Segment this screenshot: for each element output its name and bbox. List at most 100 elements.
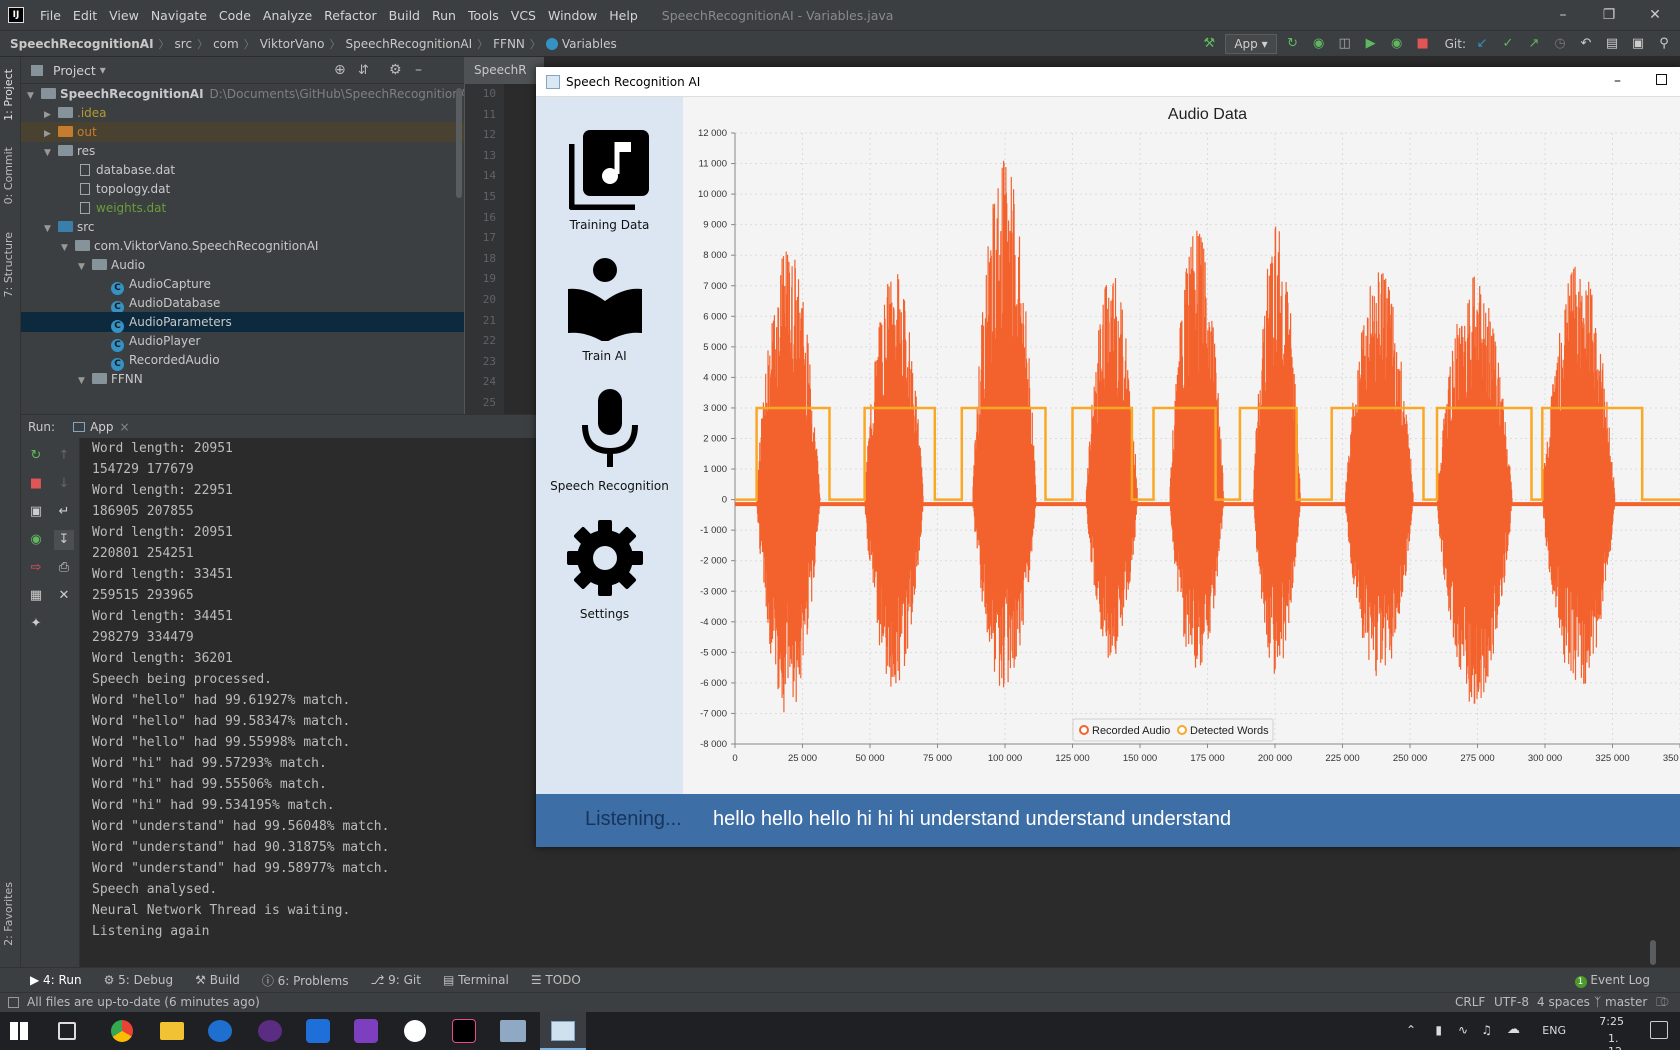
git-push-icon[interactable]: ↗	[1524, 34, 1544, 54]
run-icon[interactable]: ▶	[1361, 34, 1381, 54]
tree-item-ffnn[interactable]: ▼ FFNN	[21, 369, 464, 389]
stop-icon[interactable]: ■	[1413, 34, 1433, 54]
up-arrow-icon[interactable]: ↑	[54, 446, 74, 466]
breadcrumb-item[interactable]: src	[175, 37, 193, 51]
onedrive-icon[interactable]: ☁	[1507, 1022, 1520, 1037]
soft-wrap-icon[interactable]: ↵	[54, 502, 74, 522]
locate-icon[interactable]: ⊕	[334, 62, 346, 78]
file-explorer-icon[interactable]	[160, 1022, 184, 1040]
breadcrumb-item[interactable]: SpeechRecognitionAI	[346, 37, 473, 51]
tab-run[interactable]: ▶ 4: Run	[30, 973, 82, 987]
breadcrumb-item[interactable]: com	[213, 37, 239, 51]
intellij-icon[interactable]	[452, 1019, 476, 1043]
tree-item-package[interactable]: ▼ com.ViktorVano.SpeechRecognitionAI	[21, 236, 464, 256]
git-update-icon[interactable]: ↙	[1472, 34, 1492, 54]
chrome-icon[interactable]	[111, 1020, 133, 1042]
tab-debug[interactable]: ⚙ 5: Debug	[104, 973, 174, 987]
tree-scrollbar[interactable]	[456, 88, 462, 198]
coverage-icon[interactable]: ◫	[1335, 34, 1355, 54]
tree-item-recordedaudio[interactable]: C RecordedAudio	[21, 350, 464, 371]
tree-item-res[interactable]: ▼ res	[21, 141, 464, 161]
tree-item-audioparameters[interactable]: C AudioParameters	[21, 312, 464, 333]
indent-setting[interactable]: 4 spaces	[1537, 993, 1590, 1012]
menu-help[interactable]: Help	[603, 8, 644, 23]
tree-item-root[interactable]: ▼ SpeechRecognitionAI D:\Documents\GitHub\…	[21, 84, 464, 104]
git-commit-icon[interactable]: ✓	[1498, 34, 1518, 54]
project-panel-title[interactable]: Project	[53, 63, 96, 78]
rerun-icon[interactable]: ↻	[26, 446, 46, 466]
tab-todo[interactable]: ☰ TODO	[531, 973, 581, 987]
tree-item-topology-dat[interactable]: topology.dat	[21, 179, 464, 199]
menu-analyze[interactable]: Analyze	[257, 8, 318, 23]
nav-settings[interactable]: Settings	[536, 517, 678, 621]
arduino-icon[interactable]	[306, 1019, 330, 1043]
close-tab-icon[interactable]: ×	[120, 420, 130, 434]
visual-studio-icon[interactable]	[354, 1019, 378, 1043]
thunderbird-icon[interactable]	[208, 1020, 232, 1042]
lock-icon[interactable]: ⎄	[1656, 993, 1669, 1012]
menu-refactor[interactable]: Refactor	[318, 8, 382, 23]
menu-edit[interactable]: Edit	[67, 8, 103, 23]
line-separator[interactable]: CRLF	[1455, 993, 1485, 1012]
menu-tools[interactable]: Tools	[462, 8, 505, 23]
close-button[interactable]: ✕	[1632, 0, 1678, 30]
collapse-all-icon[interactable]: ⇵	[358, 63, 369, 78]
restore-button[interactable]: ❐	[1586, 0, 1632, 30]
tree-item-audiodatabase[interactable]: C AudioDatabase	[21, 293, 464, 314]
minimize-button[interactable]: –	[1540, 0, 1586, 30]
tree-item-audio[interactable]: ▼ Audio	[21, 255, 464, 275]
down-arrow-icon[interactable]: ↓	[54, 474, 74, 494]
photos-icon[interactable]	[500, 1020, 526, 1042]
tab-git[interactable]: ⎇ 9: Git	[370, 973, 421, 987]
notification-icon[interactable]	[1650, 1021, 1668, 1039]
menu-window[interactable]: Window	[542, 8, 603, 23]
app-icon[interactable]	[404, 1020, 426, 1042]
breadcrumb-item[interactable]: ViktorVano	[260, 37, 325, 51]
profile-icon[interactable]: ◉	[1387, 34, 1407, 54]
tree-item-audioplayer[interactable]: C AudioPlayer	[21, 331, 464, 352]
tree-item-weights-dat[interactable]: weights.dat	[21, 198, 464, 218]
language-indicator[interactable]: ENG	[1542, 1024, 1566, 1037]
debug-bug-icon[interactable]: ◉	[26, 530, 46, 550]
stop-icon[interactable]: ■	[26, 474, 46, 494]
editor-tab[interactable]: SpeechR	[464, 57, 544, 84]
tab-favorites[interactable]: 2: Favorites	[2, 882, 15, 946]
menu-view[interactable]: View	[103, 8, 145, 23]
menu-vcs[interactable]: VCS	[505, 8, 542, 23]
pin-icon[interactable]: ✦	[26, 614, 46, 634]
menu-navigate[interactable]: Navigate	[145, 8, 213, 23]
windows-start-icon[interactable]	[10, 1022, 28, 1040]
clock-time[interactable]: 7:25	[1599, 1015, 1624, 1028]
file-encoding[interactable]: UTF-8	[1494, 993, 1529, 1012]
volume-icon[interactable]: ♫	[1481, 1023, 1492, 1037]
app-maximize-button[interactable]	[1656, 74, 1667, 85]
tab-commit[interactable]: 0: Commit	[2, 147, 15, 204]
task-view-icon[interactable]	[58, 1022, 76, 1040]
scroll-to-end-icon[interactable]: ↧	[54, 530, 74, 550]
tree-item-out[interactable]: ▶ out	[21, 122, 464, 142]
tree-item-database-dat[interactable]: database.dat	[21, 160, 464, 180]
tab-terminal[interactable]: ▤ Terminal	[443, 973, 509, 987]
tab-structure[interactable]: 7: Structure	[2, 232, 15, 297]
run-tab-app[interactable]: App	[90, 420, 113, 434]
breadcrumb-item[interactable]: Variables	[562, 37, 617, 51]
wifi-icon[interactable]: ∿	[1458, 1023, 1468, 1037]
battery-icon[interactable]: ▮	[1435, 1023, 1442, 1037]
layout-icon[interactable]: ▣	[1628, 34, 1648, 54]
tree-item-src[interactable]: ▼ src	[21, 217, 464, 237]
run-configuration-select[interactable]: App ▾	[1225, 34, 1277, 54]
nav-training-data[interactable]: Training Data	[536, 130, 683, 232]
rerun-icon[interactable]: ↻	[1283, 34, 1303, 54]
git-branch[interactable]: ᛉ master	[1594, 993, 1647, 1012]
console-scrollbar[interactable]	[1650, 940, 1656, 965]
tab-build[interactable]: ⚒ Build	[195, 973, 240, 987]
build-hammer-icon[interactable]: ⚒	[1199, 34, 1219, 54]
tab-project[interactable]: 1: Project	[2, 69, 15, 121]
search-icon[interactable]: ⚲	[1654, 34, 1674, 54]
taskbar-active-app[interactable]	[540, 1012, 586, 1050]
chevron-up-icon[interactable]: ⌃	[1406, 1023, 1416, 1037]
menu-build[interactable]: Build	[383, 8, 426, 23]
clock-date[interactable]: 1. 12. 2020	[1608, 1032, 1636, 1050]
project-structure-icon[interactable]: ▤	[1602, 34, 1622, 54]
menu-code[interactable]: Code	[213, 8, 257, 23]
